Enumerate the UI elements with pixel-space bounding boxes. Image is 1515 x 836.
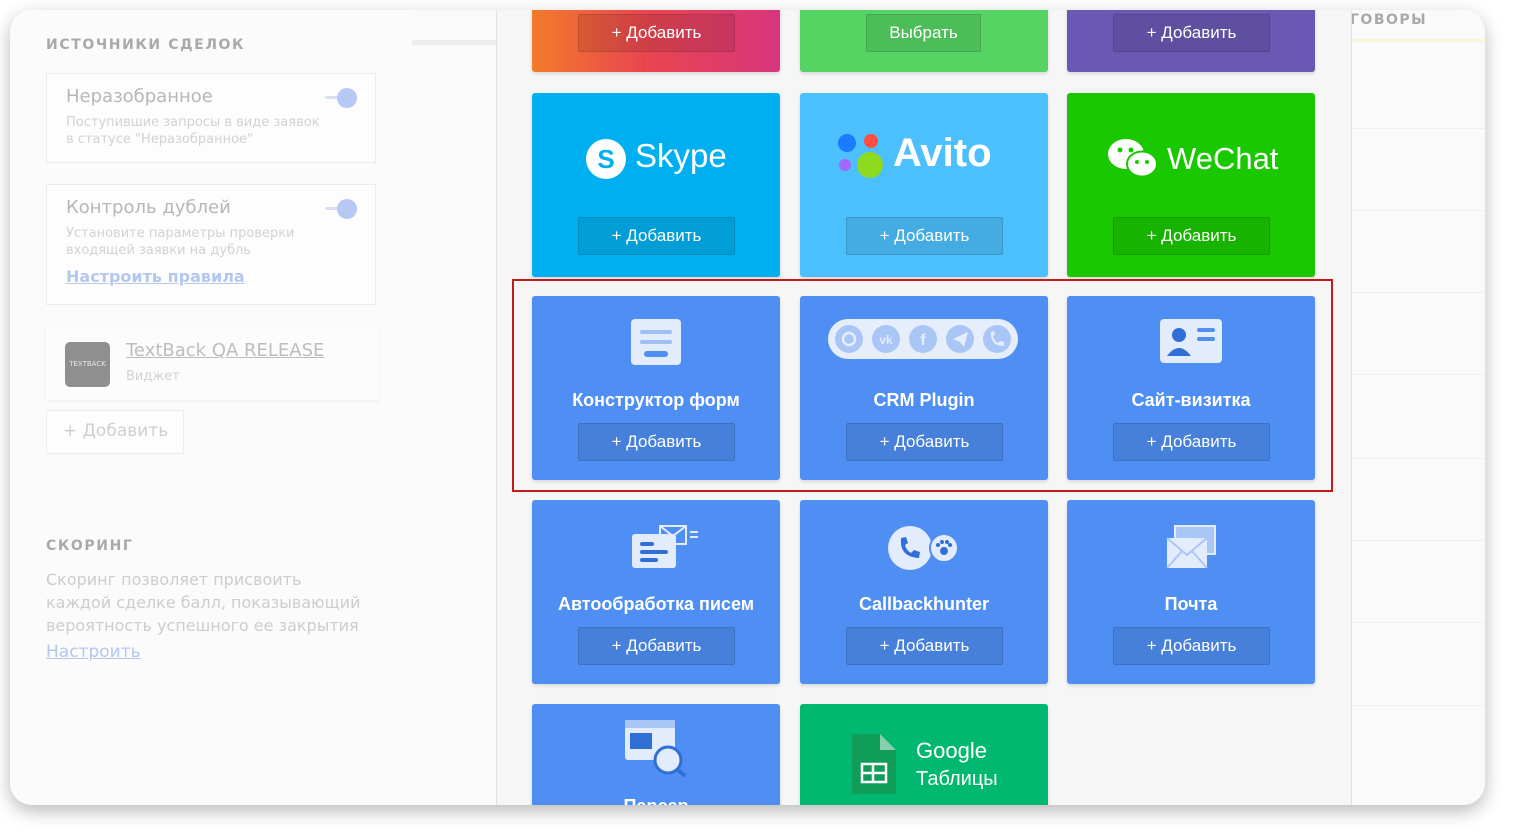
add-email-autoprocessing-button[interactable]: + Добавить xyxy=(578,627,735,665)
select-button[interactable]: Выбрать xyxy=(866,14,981,52)
tile-parser: Парсер xyxy=(532,704,780,805)
svg-text:S: S xyxy=(597,144,614,174)
email-processing-icon xyxy=(632,525,698,568)
avito-icon xyxy=(838,134,883,178)
tile-callbackhunter: Callbackhunter + Добавить xyxy=(800,500,1048,684)
add-callbackhunter-button[interactable]: + Добавить xyxy=(846,627,1003,665)
scoring-desc: Скоринг позволяет присвоить каждой сделк… xyxy=(46,570,361,635)
callbackhunter-label: Callbackhunter xyxy=(858,594,990,614)
unsorted-toggle[interactable] xyxy=(325,88,357,108)
skype-icon: S xyxy=(586,139,626,179)
pipeline-gap xyxy=(412,10,496,805)
wechat-icon xyxy=(1108,139,1158,178)
add-mail-button[interactable]: + Добавить xyxy=(1113,627,1270,665)
avito-brand: Avito xyxy=(893,131,992,175)
app-window: ИСТОЧНИКИ СДЕЛОК Неразобранное Поступивш… xyxy=(10,10,1485,805)
parser-search-icon xyxy=(625,720,687,778)
pipeline-column: ГОВОРЫ xyxy=(1350,10,1485,805)
configure-rules-link[interactable]: Настроить правила xyxy=(66,267,245,286)
add-avito-button[interactable]: + Добавить xyxy=(846,217,1003,255)
unsorted-card: Неразобранное Поступившие запросы в виде… xyxy=(46,73,376,163)
add-wechat-button[interactable]: + Добавить xyxy=(1113,217,1270,255)
phone-callback-icon xyxy=(888,526,959,570)
add-button[interactable]: + Добавить xyxy=(1113,14,1270,52)
wechat-brand: WeChat xyxy=(1167,141,1279,176)
widget-name[interactable]: TextBack QA RELEASE xyxy=(126,340,324,361)
add-button[interactable]: + Добавить xyxy=(578,14,735,52)
column-header: ГОВОРЫ xyxy=(1350,12,1428,28)
widget-card[interactable]: TEXTBACK TextBack QA RELEASE Виджет xyxy=(46,326,379,400)
tile-google-sheets: Google Таблицы xyxy=(800,704,1048,805)
parser-label: Парсер xyxy=(532,796,780,805)
duplicates-toggle[interactable] xyxy=(325,199,357,219)
tile-green-top: Выбрать xyxy=(800,10,1048,72)
unsorted-desc: Поступившие запросы в виде заявок в стат… xyxy=(66,115,320,147)
add-source-button[interactable]: + Добавить xyxy=(46,410,184,454)
highlight-frame xyxy=(512,279,1333,492)
google-sheets-icon xyxy=(852,734,896,794)
email-autoprocessing-label: Автообработка писем xyxy=(557,594,755,614)
sources-panel: ИСТОЧНИКИ СДЕЛОК Неразобранное Поступивш… xyxy=(10,10,412,805)
mail-icon xyxy=(1166,525,1216,569)
tile-email-autoprocessing: Автообработка писем + Добавить xyxy=(532,500,780,684)
tile-purple-top: + Добавить xyxy=(1067,10,1315,72)
scoring-configure-link[interactable]: Настроить xyxy=(46,642,141,662)
tile-avito: Avito + Добавить xyxy=(800,93,1048,277)
sheets-brand: Таблицы xyxy=(916,768,998,790)
tile-wechat: WeChat + Добавить xyxy=(1067,93,1315,277)
duplicates-card: Контроль дублей Установите параметры про… xyxy=(46,184,376,305)
textback-logo: TEXTBACK xyxy=(65,342,110,387)
tile-skype: S Skype + Добавить xyxy=(532,93,780,277)
sources-title: ИСТОЧНИКИ СДЕЛОК xyxy=(46,37,246,53)
skype-brand: Skype xyxy=(635,137,727,174)
google-brand: Google xyxy=(916,738,987,763)
widget-subtitle: Виджет xyxy=(126,369,180,384)
duplicates-desc: Установите параметры проверки входящей з… xyxy=(66,226,295,258)
scoring-title: СКОРИНГ xyxy=(46,538,134,554)
duplicates-title: Контроль дублей xyxy=(66,197,231,218)
mail-label: Почта xyxy=(1164,594,1218,614)
unsorted-title: Неразобранное xyxy=(66,86,213,107)
tile-instagram: + Добавить xyxy=(532,10,780,72)
tile-mail: Почта + Добавить xyxy=(1067,500,1315,684)
add-skype-button[interactable]: + Добавить xyxy=(578,217,735,255)
